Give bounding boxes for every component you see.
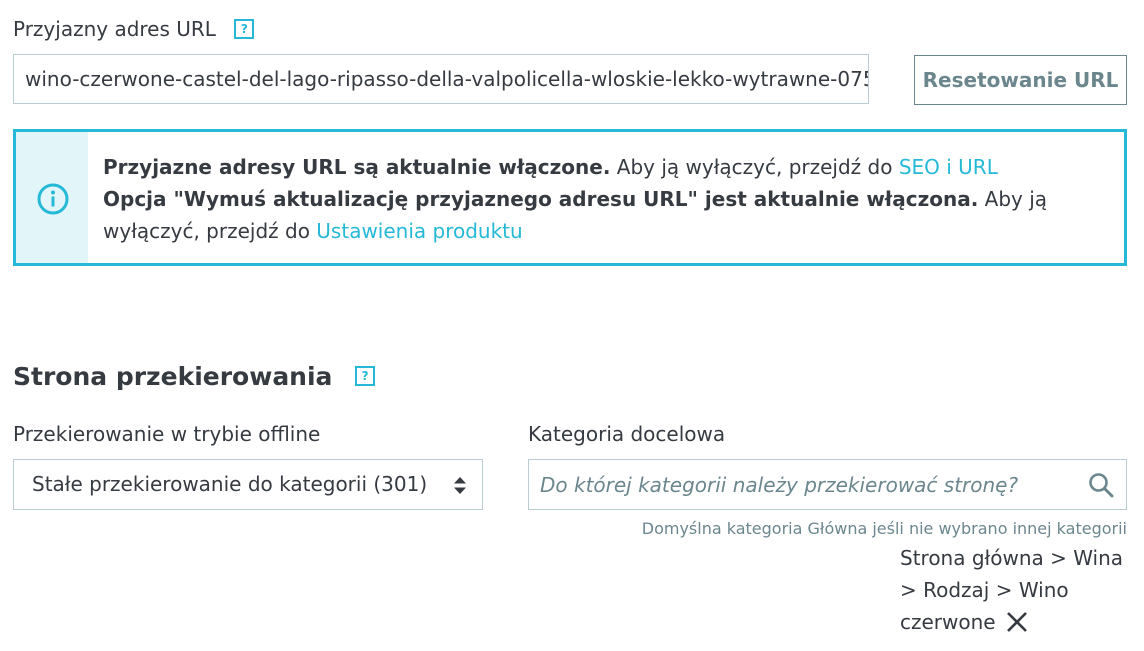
redirect-section-title-text: Strona przekierowania — [13, 362, 333, 391]
friendly-url-info-alert: Przyjazne adresy URL są aktualnie włączo… — [13, 129, 1127, 266]
alert-line1-bold: Przyjazne adresy URL są aktualnie włączo… — [103, 155, 611, 179]
target-category-search[interactable] — [528, 459, 1127, 510]
alert-message: Przyjazne adresy URL są aktualnie włączo… — [103, 151, 1103, 247]
redirect-section-title: Strona przekierowania ? — [13, 362, 376, 391]
offline-redirect-label: Przekierowanie w trybie offline — [13, 422, 321, 446]
product-seo-page: Przyjazny adres URL ? wino-czerwone-cast… — [0, 0, 1144, 651]
info-circle-icon — [37, 183, 69, 215]
target-category-search-input[interactable] — [529, 460, 1069, 509]
close-icon[interactable] — [1006, 611, 1028, 633]
redirect-help-icon[interactable]: ? — [355, 366, 376, 386]
friendly-url-help-icon[interactable]: ? — [234, 18, 255, 39]
redirect-type-value: Stałe przekierowanie do kategorii (301) — [32, 472, 428, 496]
search-icon[interactable] — [1088, 472, 1114, 498]
alert-line1-text: Aby ją wyłączyć, przejdź do — [610, 155, 899, 179]
reset-url-button[interactable]: Resetowanie URL — [914, 55, 1127, 105]
alert-icon-column — [16, 132, 88, 263]
friendly-url-input[interactable]: wino-czerwone-castel-del-lago-ripasso-de… — [13, 54, 869, 104]
target-category-label: Kategoria docelowa — [528, 422, 726, 446]
product-settings-link[interactable]: Ustawienia produktu — [316, 219, 522, 243]
alert-line2-bold: Opcja "Wymuś aktualizację przyjaznego ad… — [103, 187, 979, 211]
default-category-hint: Domyślna kategoria Główna jeśli nie wybr… — [641, 519, 1127, 538]
friendly-url-label-text: Przyjazny adres URL — [13, 17, 216, 41]
friendly-url-label: Przyjazny adres URL ? — [13, 17, 255, 41]
redirect-type-select[interactable]: Stałe przekierowanie do kategorii (301) — [13, 459, 483, 510]
selected-category: Strona główna > Wina > Rodzaj > Wino cze… — [900, 542, 1130, 638]
select-updown-icon — [454, 477, 466, 494]
seo-url-link[interactable]: SEO i URL — [899, 155, 998, 179]
